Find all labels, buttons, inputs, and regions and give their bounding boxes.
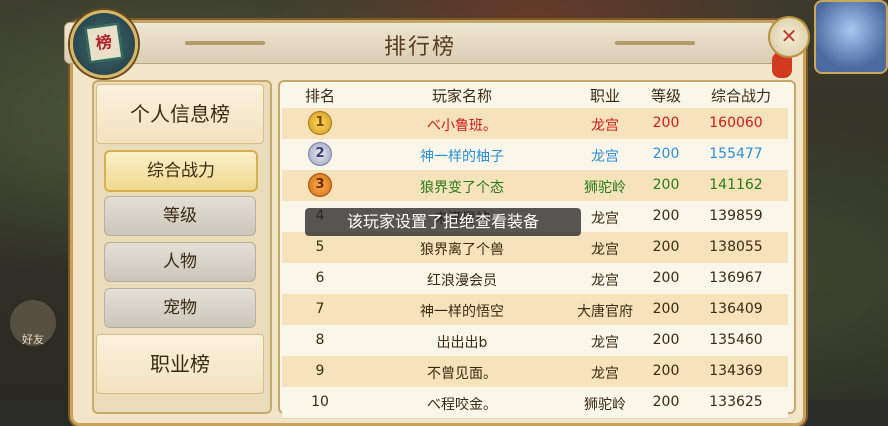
bronze-medal-icon: 3 <box>308 173 332 197</box>
rank-cell: 9 <box>315 363 325 379</box>
rank-cell: 5 <box>315 239 325 255</box>
tab-overall-power[interactable]: 综合战力 <box>104 150 258 192</box>
table-row[interactable]: 5 狼界离了个兽 龙宫 200 138055 <box>282 232 788 264</box>
power-cell: 134369 <box>709 363 763 379</box>
player-name-cell: 狼界变了个态 <box>420 180 504 196</box>
header-power: 综合战力 <box>710 87 771 105</box>
job-cell: 龙宫 <box>591 335 619 351</box>
rank-cell: 10 <box>311 394 329 410</box>
level-cell: 200 <box>652 115 680 131</box>
level-cell: 200 <box>652 208 680 224</box>
player-name-cell: 狼界离了个兽 <box>420 242 504 258</box>
page-title: 排行榜 <box>383 35 456 60</box>
level-cell: 200 <box>652 363 680 379</box>
power-cell: 139859 <box>709 208 763 224</box>
power-cell: 135460 <box>709 332 763 348</box>
ranking-badge-icon: 榜 <box>70 10 138 78</box>
table-row[interactable]: 3 狼界变了个态 狮驼岭 200 141162 <box>282 170 788 202</box>
job-cell: 龙宫 <box>591 273 619 289</box>
header-level: 等级 <box>650 87 681 105</box>
player-name-cell: 神一样的悟空 <box>420 304 504 320</box>
level-cell: 200 <box>652 146 680 162</box>
title-ornament-right <box>615 41 695 45</box>
friend-icon[interactable]: 好友 <box>10 300 56 346</box>
player-name-cell: べ程咬金。 <box>427 397 497 413</box>
close-button[interactable]: ✕ <box>768 16 810 58</box>
level-cell: 200 <box>652 332 680 348</box>
table-row[interactable]: 9 不曾见面。 龙宫 200 134369 <box>282 356 788 388</box>
power-cell: 136409 <box>709 301 763 317</box>
table-row[interactable]: 6 红浪漫会员 龙宫 200 136967 <box>282 263 788 295</box>
power-cell: 136967 <box>709 270 763 286</box>
job-cell: 龙宫 <box>591 149 619 165</box>
silver-medal-icon: 2 <box>308 142 332 166</box>
job-cell: 龙宫 <box>591 242 619 258</box>
power-cell: 133625 <box>709 394 763 410</box>
power-cell: 160060 <box>709 115 763 131</box>
tab-pet[interactable]: 宠物 <box>104 288 256 328</box>
player-name-cell: 出出出b <box>436 335 488 351</box>
job-cell: 大唐官府 <box>577 304 633 320</box>
section-job-ranking[interactable]: 职业榜 <box>96 334 264 394</box>
tab-level[interactable]: 等级 <box>104 196 256 236</box>
rank-cell: 8 <box>315 332 325 348</box>
table-row[interactable]: 7 神一样的悟空 大唐官府 200 136409 <box>282 294 788 326</box>
header-rank: 排名 <box>304 87 335 105</box>
level-cell: 200 <box>652 301 680 317</box>
job-cell: 龙宫 <box>591 366 619 382</box>
toast-message: 该玩家设置了拒绝查看装备 <box>305 208 581 236</box>
level-cell: 200 <box>652 177 680 193</box>
power-cell: 138055 <box>709 239 763 255</box>
player-name-cell: 不曾见面。 <box>427 366 497 382</box>
character-portrait[interactable] <box>814 0 888 74</box>
power-cell: 155477 <box>709 146 763 162</box>
player-name-cell: べ小鲁班。 <box>427 118 497 134</box>
power-cell: 141162 <box>709 177 763 193</box>
job-cell: 狮驼岭 <box>584 180 626 196</box>
table-row[interactable]: 1 べ小鲁班。 龙宫 200 160060 <box>282 108 788 140</box>
level-cell: 200 <box>652 270 680 286</box>
tab-character[interactable]: 人物 <box>104 242 256 282</box>
table-row[interactable]: 10 べ程咬金。 狮驼岭 200 133625 <box>282 387 788 419</box>
friend-label: 好友 <box>22 333 44 346</box>
left-hud: 好友 <box>0 0 70 400</box>
level-cell: 200 <box>652 394 680 410</box>
header-player-name: 玩家名称 <box>431 87 492 105</box>
rank-cell: 7 <box>315 301 325 317</box>
table-row[interactable]: 2 神一样的柚子 龙宫 200 155477 <box>282 139 788 171</box>
job-cell: 狮驼岭 <box>584 397 626 413</box>
table-row[interactable]: 8 出出出b 龙宫 200 135460 <box>282 325 788 357</box>
gold-medal-icon: 1 <box>308 111 332 135</box>
rank-cell: 6 <box>315 270 325 286</box>
player-name-cell: 神一样的柚子 <box>420 149 504 165</box>
level-cell: 200 <box>652 239 680 255</box>
header-job: 职业 <box>589 87 620 105</box>
badge-glyph: 榜 <box>84 22 124 64</box>
player-name-cell: 红浪漫会员 <box>427 273 497 289</box>
section-personal-ranking[interactable]: 个人信息榜 <box>96 84 264 144</box>
title-bar: 排行榜 <box>64 22 776 64</box>
job-cell: 龙宫 <box>591 118 619 134</box>
